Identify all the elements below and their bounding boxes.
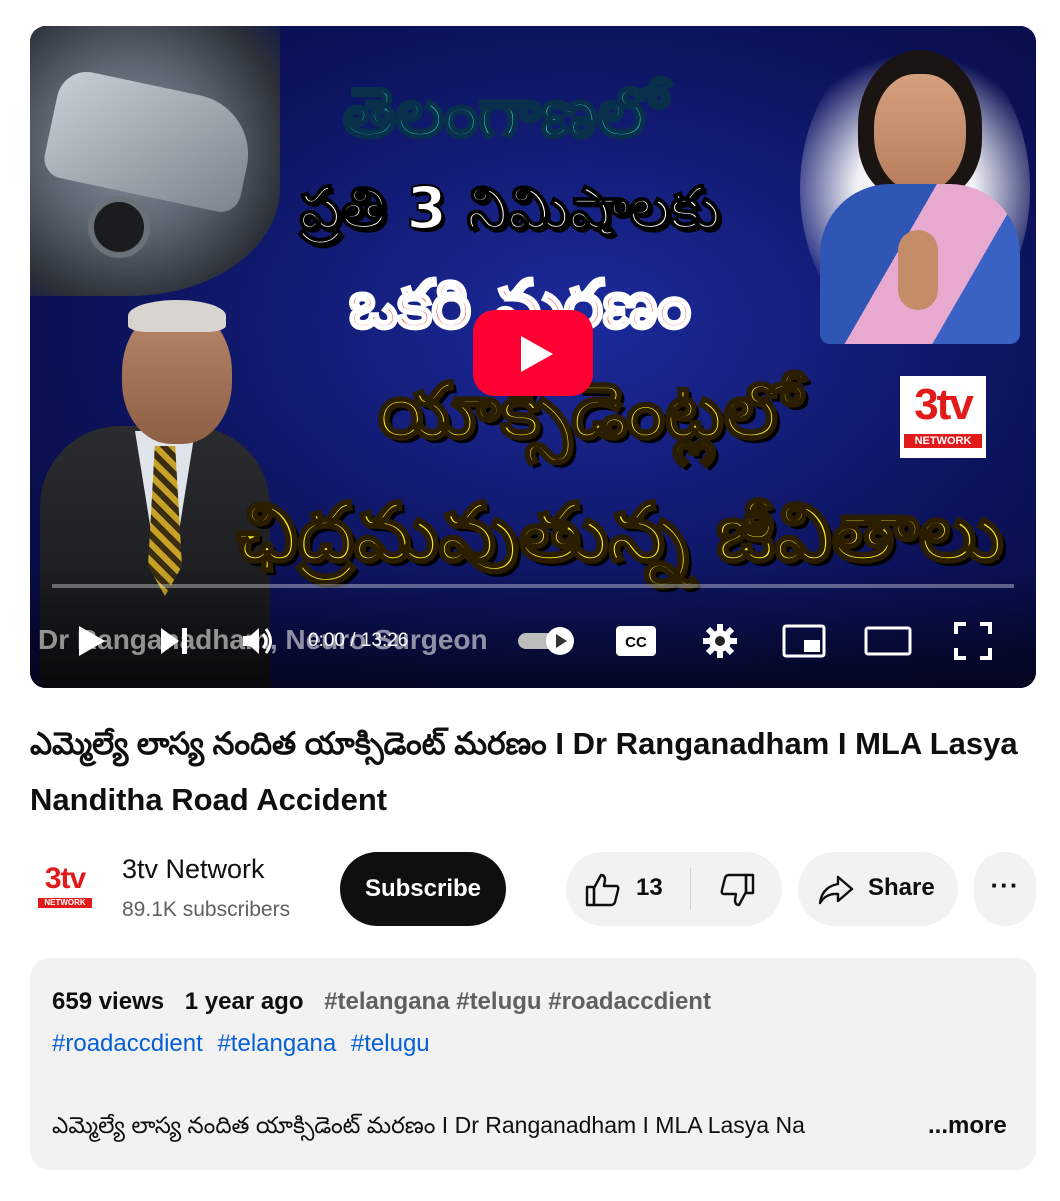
like-button[interactable]: 13 [566, 852, 690, 926]
thumbnail-logo-text: 3tv [914, 380, 974, 429]
svg-text:CC: CC [625, 634, 647, 651]
channel-name[interactable]: 3tv Network [122, 854, 265, 885]
video-title: ఎమ్మెల్యే లాస్య నందిత యాక్సిడెంట్ మరణం I… [30, 726, 1018, 817]
captions-icon[interactable]: CC [612, 616, 660, 666]
description-hashtags: #roadaccdient #telangana #telugu [52, 1030, 438, 1058]
show-more-link[interactable]: ...more [928, 1112, 1007, 1140]
miniplayer-icon[interactable] [778, 616, 830, 666]
thumbnail-logo-subtext: NETWORK [904, 434, 982, 448]
settings-gear-icon[interactable] [698, 616, 742, 666]
hashtag-link[interactable]: #roadaccdient [52, 1030, 203, 1057]
thumbs-up-icon [585, 873, 620, 907]
thumbnail-headline-2: ప్రతి 3 నిమిషాలకు [299, 173, 722, 243]
progress-bar[interactable] [52, 584, 1014, 588]
mla-hands [898, 230, 938, 310]
share-arrow-icon [818, 875, 854, 905]
channel-avatar[interactable]: 3tv NETWORK [30, 860, 100, 918]
autoplay-toggle[interactable] [514, 616, 578, 666]
owner-row: 3tv NETWORK 3tv Network 89.1K subscriber… [30, 852, 1036, 926]
next-icon[interactable] [152, 616, 196, 666]
more-actions-button[interactable]: ··· [974, 852, 1036, 926]
volume-icon[interactable] [236, 616, 280, 666]
like-divider [690, 868, 691, 910]
theater-mode-icon[interactable] [860, 616, 916, 666]
time-current: 0:00 [308, 630, 345, 651]
avatar-logo-subtext: NETWORK [38, 898, 92, 908]
dislike-button[interactable] [692, 852, 782, 926]
top-hashtags: #telangana #telugu #roadaccdient [324, 988, 711, 1015]
share-label: Share [868, 874, 935, 901]
like-dislike-group: 13 [566, 852, 782, 926]
like-count: 13 [636, 874, 663, 901]
hashtag-link[interactable]: #telangana [217, 1030, 336, 1057]
mla-face [874, 74, 966, 192]
thumbs-down-icon [720, 873, 755, 907]
upload-age: 1 year ago [184, 988, 304, 1015]
time-total: 13:26 [360, 630, 409, 651]
car-wheel [88, 196, 150, 258]
subscribe-button[interactable]: Subscribe [340, 852, 506, 926]
avatar-logo-text: 3tv [44, 862, 86, 895]
view-count: 659 views [52, 988, 165, 1015]
hashtag-link[interactable]: #telugu [351, 1030, 430, 1057]
thumbnail-channel-logo: 3tv NETWORK [900, 376, 986, 458]
video-player[interactable]: తెలంగాణలో ప్రతి 3 నిమిషాలకు ఒకరి మరణం యా… [30, 26, 1036, 688]
fullscreen-icon[interactable] [948, 616, 998, 666]
large-play-button[interactable] [473, 310, 593, 396]
thumbnail-headline-1: తెలంగాణలో [341, 73, 668, 155]
time-separator: / [344, 630, 361, 651]
share-button[interactable]: Share [798, 852, 958, 926]
description-preview: ఎమ్మెల్యే లాస్య నందిత యాక్సిడెంట్ మరణం I… [52, 1112, 805, 1138]
description-box[interactable]: 659 views 1 year ago #telangana #telugu … [30, 958, 1036, 1170]
player-controls: 0:00 / 13:26 CC [30, 616, 1036, 666]
time-display: 0:00 / 13:26 [308, 630, 408, 652]
subscriber-count: 89.1K subscribers [122, 898, 291, 921]
play-icon[interactable] [70, 616, 114, 666]
description-meta: 659 views 1 year ago #telangana #telugu … [52, 988, 711, 1016]
